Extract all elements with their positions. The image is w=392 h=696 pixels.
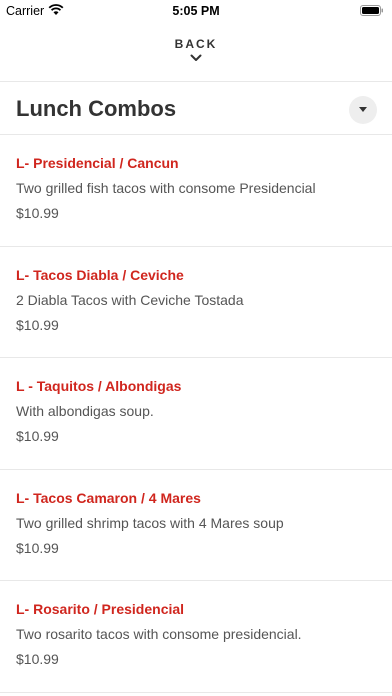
menu-item[interactable]: L- Presidencial / Cancun Two grilled fis… <box>0 135 392 247</box>
section-dropdown-button[interactable] <box>349 96 377 124</box>
back-button[interactable]: BACK <box>0 22 392 82</box>
back-label: BACK <box>174 37 218 51</box>
section-header: Lunch Combos <box>0 82 392 135</box>
item-price: $10.99 <box>16 539 59 556</box>
item-name: L- Presidencial / Cancun <box>16 155 179 171</box>
item-description: Two grilled fish tacos with consome Pres… <box>16 180 316 196</box>
menu-item[interactable]: L- Tacos Diabla / Ceviche 2 Diabla Tacos… <box>0 247 392 358</box>
item-description: Two grilled shrimp tacos with 4 Mares so… <box>16 514 284 531</box>
chevron-down-icon <box>190 54 202 61</box>
item-name: L- Tacos Diabla / Ceviche <box>16 266 184 283</box>
item-price: $10.99 <box>16 651 59 667</box>
item-name: L- Tacos Camaron / 4 Mares <box>16 489 201 506</box>
item-price: $10.99 <box>16 316 59 333</box>
item-description: Two rosarito tacos with consome presiden… <box>16 626 302 642</box>
battery-icon <box>360 5 383 16</box>
item-price: $10.99 <box>16 205 59 221</box>
item-price: $10.99 <box>16 428 59 444</box>
item-name: L- Rosarito / Presidencial <box>16 601 185 617</box>
item-description: With albondigas soup. <box>16 403 154 419</box>
menu-item[interactable]: L- Rosarito / Presidencial Two rosarito … <box>0 581 392 693</box>
menu-item[interactable]: L - Taquitos / Albondigas With albondiga… <box>0 358 392 470</box>
item-description: 2 Diabla Tacos with Ceviche Tostada <box>16 291 244 308</box>
section-title: Lunch Combos <box>16 96 177 121</box>
item-name: L - Taquitos / Albondigas <box>16 378 182 394</box>
menu-item[interactable]: L- Tacos Camaron / 4 Mares Two grilled s… <box>0 470 392 581</box>
caret-down-icon <box>359 107 367 112</box>
clock: 5:05 PM <box>172 4 220 18</box>
status-bar: Carrier 5:05 PM <box>0 0 392 22</box>
menu-item-list: L- Presidencial / Cancun Two grilled fis… <box>0 135 392 693</box>
